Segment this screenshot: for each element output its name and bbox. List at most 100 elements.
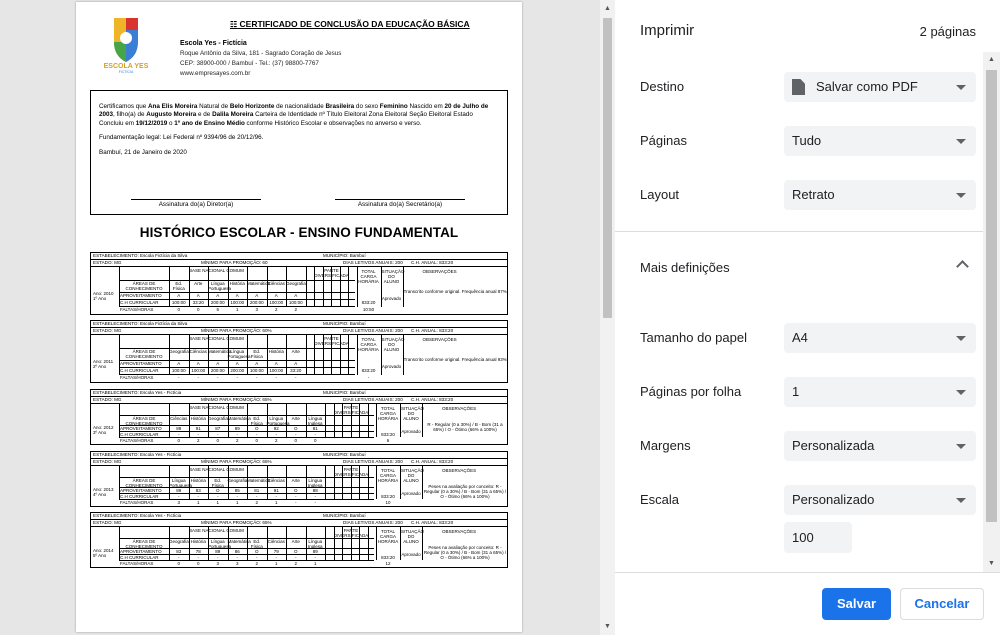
layout-label: Layout (640, 187, 680, 202)
grade-value: A (274, 361, 278, 367)
absence-value: 3 (235, 561, 239, 567)
dropdown-arrow-icon (956, 139, 966, 144)
total-hours: 833:20 (361, 299, 376, 305)
preview-scroll-thumb[interactable] (603, 18, 612, 318)
logo-subtext: FICTÍCIA (119, 70, 134, 74)
hours-value: 100:00 (230, 299, 245, 305)
grade-value: 81 (254, 488, 260, 494)
certificate-text: Certificamos que Ana Elis Moreira Natura… (99, 103, 489, 127)
save-button[interactable]: Salvar (822, 588, 891, 620)
observations: Peses na avaliação por conceito: R - Reg… (423, 545, 507, 561)
school-name: Escola Yes - Fictícia (180, 40, 247, 47)
subject-name: Geografia (208, 416, 228, 422)
absence-value: 1 (274, 500, 278, 506)
ch-label: C.H CURRICULAR (120, 367, 159, 373)
grade-value: 91 (195, 426, 201, 432)
year-grid: Ano: 2011 2º Ano BASE NACIONAL COMUM PARTE… (91, 334, 507, 380)
destination-select[interactable]: Salvar como PDF (784, 72, 976, 102)
ch-label: C.H CURRICULAR (120, 432, 159, 438)
annual-hours: C.H. ANUAL: 833:20 (411, 327, 454, 333)
absence-value: 0 (255, 438, 258, 444)
layout-select[interactable]: Retrato (784, 180, 976, 210)
areas-label: ÁREAS DE CONHECIMENTO (125, 349, 163, 360)
absence-value: 1 (313, 561, 317, 567)
more-settings-toggle[interactable]: Mais definições (640, 260, 730, 275)
hours-value: - (314, 555, 317, 561)
faltas-label: FALTAS/HORAS (120, 561, 154, 567)
absence-value: 2 (274, 438, 278, 444)
paper-size-label: Tamanho do papel (640, 330, 747, 345)
year-grid: Ano: 2014 5º Ano BASE NACIONAL COMUM PARTE… (91, 526, 507, 566)
margins-select[interactable]: Personalizada (784, 431, 976, 461)
total-absences: 12 (385, 561, 391, 567)
school-days: DIAS LETIVOS ANUAIS: 200 (343, 327, 403, 333)
subject-name: Matemática (227, 416, 251, 422)
subject-name: Língua Portuguesa (266, 416, 290, 427)
total-label: TOTAL CARGA HORÁRIA (377, 467, 399, 483)
annual-hours: C.H. ANUAL: 833:20 (411, 519, 454, 525)
grade-value: A (216, 293, 220, 299)
student-status: Aprovado (401, 551, 421, 557)
absence-value: 0 (177, 561, 180, 567)
hours-value: 33:20 (192, 299, 204, 305)
parte-label: PARTE DIVERSIFICADA (314, 267, 349, 278)
scroll-down-icon[interactable]: ▼ (603, 622, 612, 631)
hours-value: - (295, 494, 297, 500)
total-label: TOTAL CARGA HORÁRIA (358, 268, 379, 284)
hours-value: 200:00 (249, 299, 264, 305)
hours-value: - (275, 494, 278, 500)
school-days: DIAS LETIVOS ANUAIS: 200 (343, 396, 403, 402)
scroll-up-icon[interactable]: ▲ (603, 4, 612, 13)
file-icon (792, 79, 805, 95)
scroll-down-icon[interactable]: ▼ (986, 560, 997, 567)
panel-scrollbar[interactable]: ▲ ▼ (983, 52, 1000, 572)
hours-value: 100:00 (171, 367, 186, 373)
base-label: BASE NACIONAL COMUM (189, 335, 244, 341)
panel-scroll-thumb[interactable] (986, 70, 997, 522)
municipality: MUNICÍPIO: Bambuí (323, 452, 366, 457)
absence-value: 2 (196, 438, 200, 444)
logo-text: ESCOLA YES (104, 63, 149, 70)
subject-name: Ed. Física (172, 281, 185, 292)
pages-label: Páginas (640, 133, 687, 148)
pages-select[interactable]: Tudo (784, 126, 976, 156)
scale-input[interactable]: 100 (784, 522, 852, 553)
year-grid: Ano: 2010 1º Ano BASE NACIONAL COMUM PARTE… (91, 266, 507, 312)
absence-value: 0 (177, 438, 180, 444)
observations: Peses na avaliação por conceito: R - Reg… (423, 484, 507, 500)
grade-value: 88 (312, 488, 318, 494)
subject-name: Língua Portuguesa (227, 349, 251, 360)
paper-size-select[interactable]: A4 (784, 323, 976, 353)
year-table: ESTABELECIMENTO: Escola Yes - Fictícia MU… (90, 451, 508, 507)
cancel-button[interactable]: Cancelar (900, 588, 984, 620)
subject-name: Matemática (247, 478, 271, 484)
total-label: TOTAL CARGA HORÁRIA (358, 336, 379, 352)
state: ESTADO: MG (93, 327, 122, 333)
year-table: ESTABELECIMENTO: Escola Yes - Fictícia MU… (90, 389, 508, 445)
absence-value: 1 (274, 561, 278, 567)
subject-name: Ciências (267, 281, 285, 287)
obs-label: OBSERVAÇÕES (422, 336, 457, 342)
subject-name: Língua Inglesa (307, 416, 323, 427)
subject-name: Língua Portuguesa (208, 539, 232, 550)
absence-value: 0 (216, 438, 219, 444)
preview-scrollbar[interactable]: ▲ ▼ (600, 0, 615, 635)
grade-value: A (196, 361, 200, 367)
grade-value: A (255, 293, 259, 299)
dropdown-arrow-icon (956, 85, 966, 90)
scale-select[interactable]: Personalizado (784, 485, 976, 515)
subject-name: Ed. Física (250, 539, 263, 550)
scroll-up-icon[interactable]: ▲ (986, 56, 997, 63)
hours-value: - (217, 555, 219, 561)
hours-value: 200:00 (210, 299, 225, 305)
absence-value: 0 (196, 561, 200, 567)
subject-name: Matemática (208, 349, 232, 355)
year-header-line: ESTABELECIMENTO: Escola Fictícia da Silv… (91, 253, 507, 260)
chevron-up-icon[interactable] (956, 260, 969, 273)
margins-value: Personalizada (792, 438, 875, 453)
parte-label: PARTE DIVERSIFICADA (333, 527, 369, 538)
municipality: MUNICÍPIO: Bambuí (323, 321, 366, 326)
pages-per-sheet-select[interactable]: 1 (784, 377, 976, 407)
year-header-line: ESTADO: MG MÍNIMO PARA PROMOÇÃO: 65% DIAS … (91, 459, 507, 466)
pages-per-sheet-label: Páginas por folha (640, 384, 742, 399)
